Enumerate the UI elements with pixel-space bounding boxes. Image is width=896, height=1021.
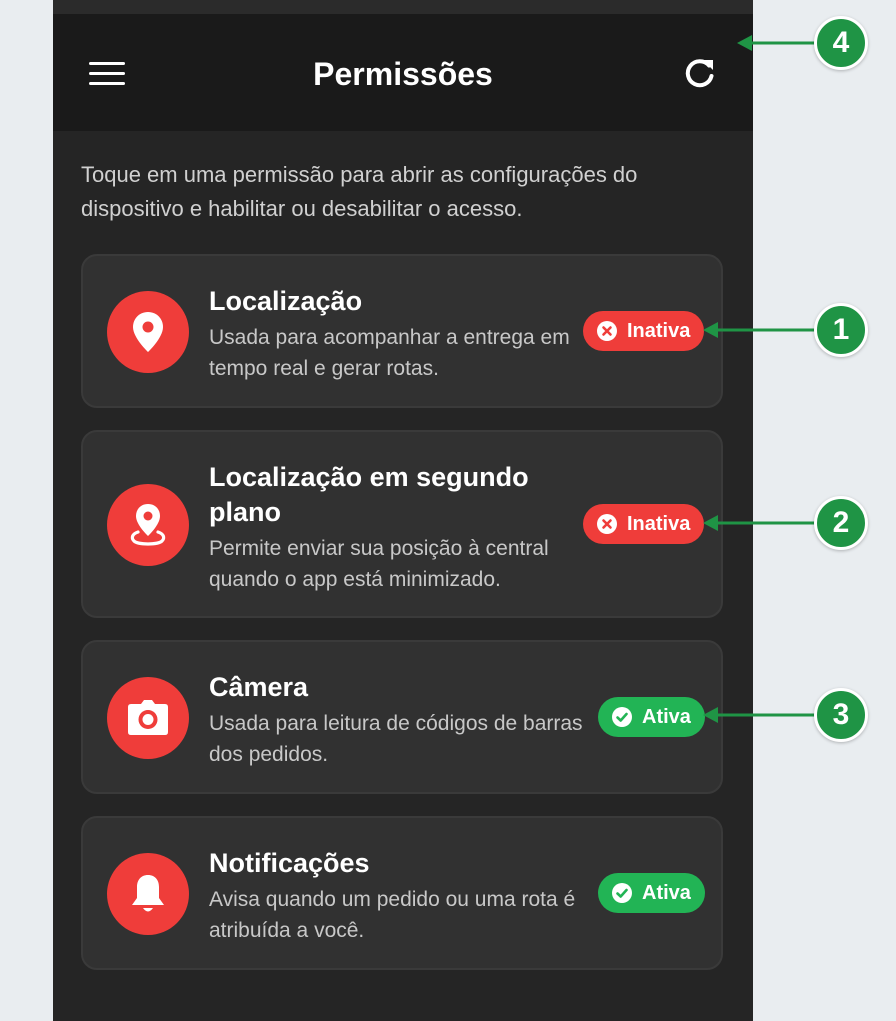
annotation-marker-2: 2 [814, 496, 868, 550]
annotation-marker-4: 4 [814, 16, 868, 70]
annotation-marker-3: 3 [814, 688, 868, 742]
annotation-marker-1: 1 [814, 303, 868, 357]
annotation-arrows [703, 35, 815, 723]
